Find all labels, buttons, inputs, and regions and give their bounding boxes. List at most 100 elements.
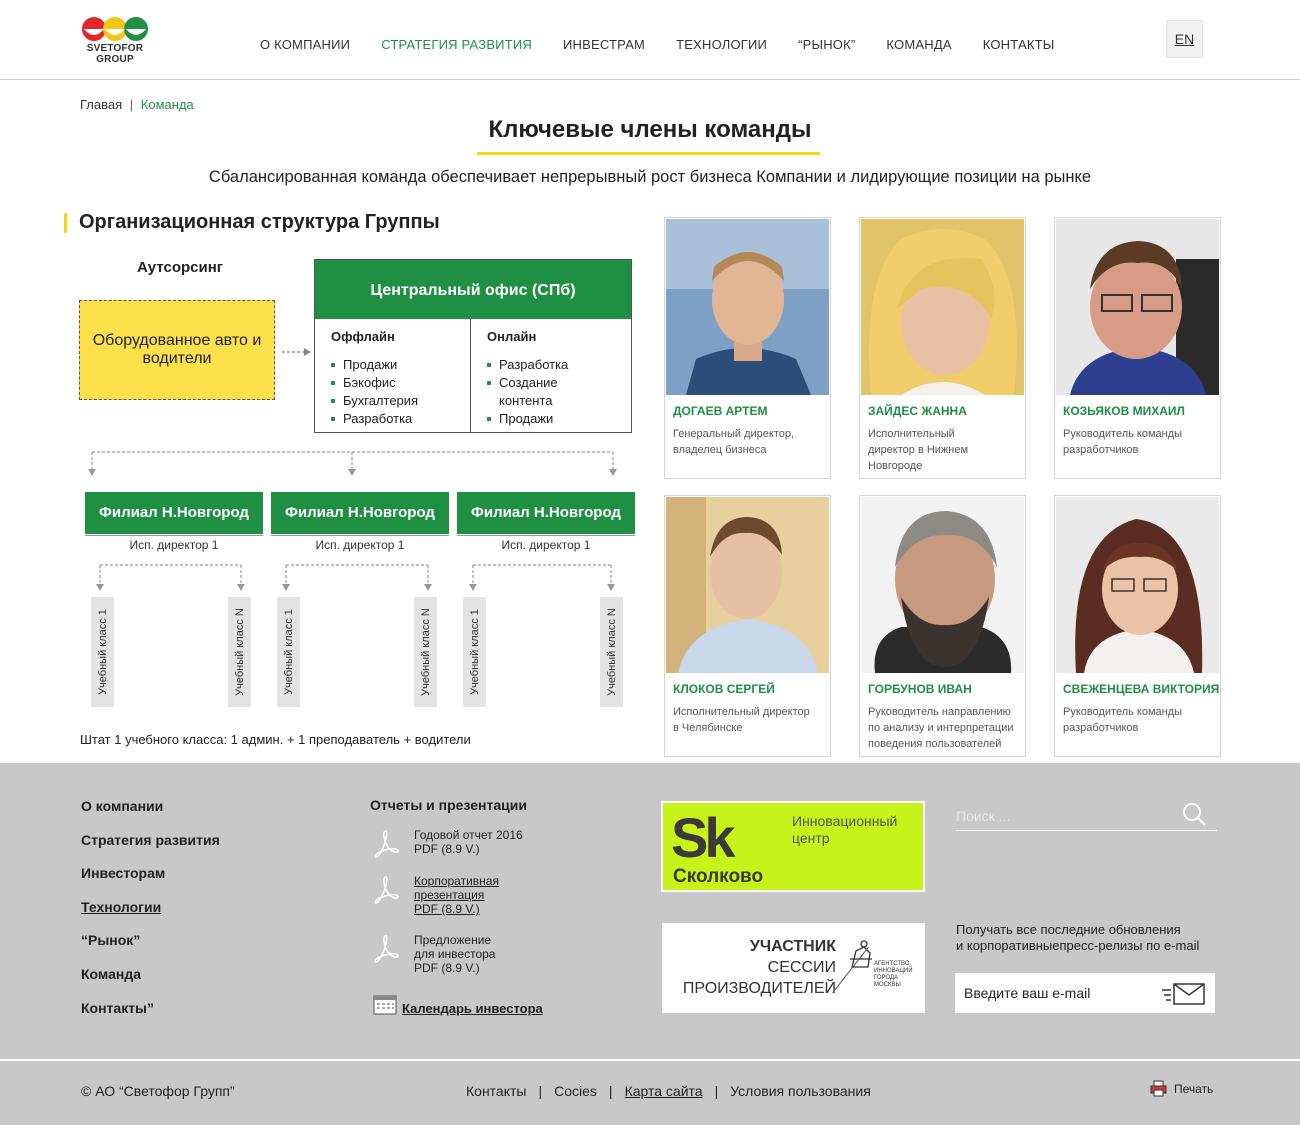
nav-technologies[interactable]: ТЕХНОЛОГИИ [676,37,767,55]
outsource-label: Аутсорсинг [136,259,224,276]
language-switch-button[interactable]: EN [1166,20,1203,58]
investor-calendar-link[interactable]: Календарь инвестора [402,1001,543,1016]
skolkovo-banner[interactable]: Sk Сколково Инновационный центр [661,801,925,892]
bottom-links: Контакты | Cocies | Карта сайта | Условия поль… [466,1083,871,1099]
member-name: КОЗЬЯКОВ МИХАИЛ [1063,404,1185,418]
member-role: Исполнительный директор в Нижнем Новгоро… [868,428,969,472]
branch-director: Исп. директор 1 [501,538,591,552]
print-label: Печать [1174,1082,1214,1096]
branch-divider [85,535,263,536]
reports-title: Отчеты и презентации [370,797,527,813]
search-input[interactable]: Поиск ... [956,808,1010,824]
footer-nav-team[interactable]: Команда [81,966,141,982]
nav-about[interactable]: О КОМПАНИИ [260,37,350,55]
offline-title: Оффлайн [331,329,395,344]
nav-strategy[interactable]: СТРАТЕГИЯ РАЗВИТИЯ [381,37,532,55]
person-photo [1056,497,1219,673]
classroom-bar: Учебный класс 1 [91,597,114,707]
dashed-arrow-right [282,348,311,356]
report-text: Годовой отчет 2016 PDF (8.9 V.) [414,828,523,856]
member-name: ДОГАЕВ АРТЕМ [673,404,768,418]
nav-market[interactable]: “РЫНОК” [798,37,855,55]
member-role: Руководитель команды разработчиков [1063,428,1183,456]
participant-banner[interactable]: УЧАСТНИК СЕССИИ ПРОИЗВОДИТЕЛЕЙ АГЕНТСТВО… [662,923,925,1013]
breadcrumb-separator: | [129,97,134,112]
title-underline [477,152,820,155]
pdf-icon [374,830,399,858]
email-field[interactable]: Введите ваш e-mail [955,973,1215,1013]
skolkovo-caption: Инновационный центр [792,813,898,846]
classroom-bar: Учебный класс 1 [463,597,486,707]
member-name: ГОРБУНОВ ИВАН [868,682,972,696]
svetofor-logo[interactable]: SVETOFOR GROUP [80,15,150,69]
section-accent-bar [64,213,67,233]
subscribe-text: Получать все последние обновления и корп… [956,922,1200,953]
member-role: Исполнительный директор в Челябинске [673,706,810,734]
classroom-bar: Учебный класс N [414,597,437,707]
print-button[interactable]: Печать [1150,1080,1220,1100]
member-name: ЗАЙДЕС ЖАННА [868,404,967,418]
skolkovo-logo: Sk [671,806,735,869]
footer-nav-strategy[interactable]: Стратегия развития [81,832,220,848]
classroom-bar: Учебный класс 1 [277,597,300,707]
footer-nav-about[interactable]: О компании [81,798,163,814]
person-photo [666,219,829,395]
person-photo [1056,219,1219,395]
list-item: Разработка [331,410,470,428]
main-nav: О КОМПАНИИ СТРАТЕГИЯ РАЗВИТИЯ ИНВЕСТРАМ … [260,37,1085,55]
nav-contacts[interactable]: КОНТАКТЫ [983,37,1055,55]
bottom-link-cookies[interactable]: Cocies [554,1083,597,1099]
skolkovo-city: Сколково [673,866,764,887]
footer-nav-technologies[interactable]: Технологии [81,899,161,915]
envelope-icon[interactable] [1162,982,1206,1006]
footer-nav-market[interactable]: “Рынок” [81,932,140,948]
copyright: © АО “Светофор Групп” [81,1083,235,1099]
bottom-link-sitemap[interactable]: Карта сайта [625,1083,703,1099]
central-office-box: Центральный офис (СПб) Оффлайн Продажи Б… [314,259,632,433]
footer-divider [0,1059,1300,1061]
branch-director: Исп. директор 1 [315,538,405,552]
pdf-icon [374,876,399,904]
search-underline [956,830,1217,831]
branch-box: Филиал Н.Новгород [457,492,635,534]
central-office-title: Центральный офис (СПб) [315,260,631,319]
member-name: СВЕЖЕНЦЕВА ВИКТОРИЯ [1063,682,1220,696]
person-photo [861,497,1024,673]
bottom-link-terms[interactable]: Условия пользования [730,1083,871,1099]
member-role: Генеральный директор, владелец бизнеса [673,428,795,456]
nav-team[interactable]: КОМАНДА [886,37,951,55]
classroom-bar: Учебный класс N [228,597,251,707]
branch-director: Исп. директор 1 [129,538,219,552]
breadcrumb: Главая | Команда [80,97,194,112]
member-name: КЛОКОВ СЕРГЕЙ [673,682,775,696]
search-icon[interactable] [1181,801,1207,827]
calendar-icon [373,995,397,1015]
offline-column: Оффлайн Продажи Бэкофис Бухгалтерия Разр… [315,319,471,432]
team-card[interactable]: ДОГАЕВ АРТЕМ Генеральный директор, владе… [664,217,831,479]
list-item: Продажи [331,356,470,374]
report-text: Корпоративная презентация PDF (8.9 V.) [414,874,499,916]
participant-text: УЧАСТНИК СЕССИИ ПРОИЗВОДИТЕЛЕЙ [682,938,836,997]
logo-text: SVETOFOR GROUP [86,43,144,65]
agency-caption: АГЕНТСТВО ИННОВАЦИЙ ГОРОДА МОСКВЫ [874,961,913,988]
branch-divider [457,535,635,536]
list-item: Разработка [487,356,631,374]
team-card[interactable]: КЛОКОВ СЕРГЕЙ Исполнительный директор в … [664,495,831,757]
footer-nav-contacts[interactable]: Контакты” [81,1000,154,1016]
person-photo [666,497,829,673]
nav-investors[interactable]: ИНВЕСТРАМ [563,37,645,55]
list-item: Бэкофис [331,374,470,392]
bottom-link-contacts[interactable]: Контакты [466,1083,526,1099]
breadcrumb-home-link[interactable]: Главая [80,97,122,112]
breadcrumb-current: Команда [140,97,194,112]
branch-box: Филиал Н.Новгород [271,492,449,534]
member-role: Руководитель команды разработчиков [1063,706,1183,734]
list-item: Продажи [487,410,631,428]
branch-box: Филиал Н.Новгород [85,492,263,534]
team-card[interactable]: СВЕЖЕНЦЕВА ВИКТОРИЯ Руководитель команды… [1054,495,1221,757]
team-card[interactable]: КОЗЬЯКОВ МИХАИЛ Руководитель команды раз… [1054,217,1221,479]
footer-nav-investors[interactable]: Инвесторам [81,865,165,881]
online-column: Онлайн Разработка Создание контента Прод… [471,319,631,432]
team-card[interactable]: ЗАЙДЕС ЖАННА Исполнительный директор в Н… [859,217,1026,479]
team-card[interactable]: ГОРБУНОВ ИВАН Руководитель направлению п… [859,495,1026,757]
